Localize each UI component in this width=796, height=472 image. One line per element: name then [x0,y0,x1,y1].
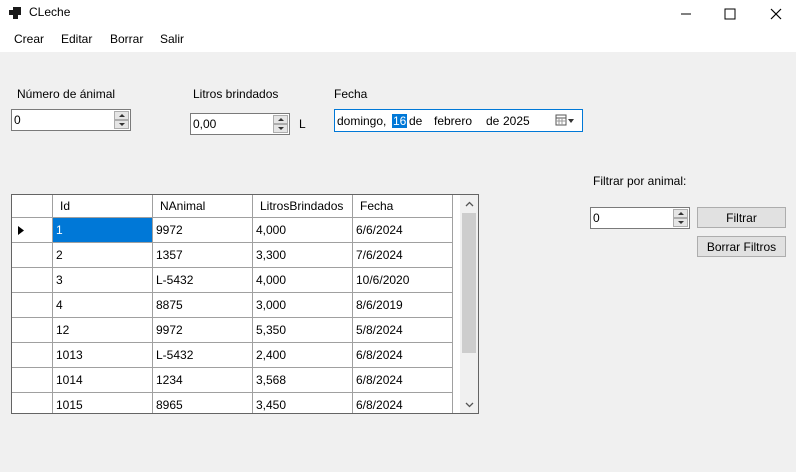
date-label: Fecha [334,87,368,101]
table-cell[interactable]: 1234 [153,368,253,393]
filter-button[interactable]: Filtrar [697,207,786,228]
table-cell[interactable]: 3,450 [253,393,353,413]
table-cell[interactable]: 3,000 [253,293,353,318]
scrollbar-thumb[interactable] [462,213,476,353]
close-icon [770,8,782,19]
table-cell[interactable]: 1357 [153,243,253,268]
maximize-button[interactable] [707,0,753,27]
maximize-icon [724,8,736,19]
column-header[interactable]: Id [53,195,153,218]
spin-down-button[interactable] [673,218,688,227]
minimize-icon [681,13,691,14]
filter-animal-value: 0 [593,211,600,225]
menu-borrar[interactable]: Borrar [110,32,143,46]
liters-input[interactable]: 0,00 [190,113,290,135]
arrow-down-icon [118,123,125,126]
table-cell[interactable]: 1 [53,218,153,243]
table-cell[interactable]: 6/6/2024 [353,218,453,243]
table-cell[interactable]: 2,400 [253,343,353,368]
date-month[interactable]: febrero [434,114,472,128]
minimize-button[interactable] [663,0,709,27]
date-picker[interactable]: domingo, 16 de febrero de 2025 [334,109,583,132]
row-header[interactable] [12,318,53,343]
animal-number-input[interactable]: 0 [11,109,131,131]
menu-editar[interactable]: Editar [61,32,92,46]
spin-up-button[interactable] [114,111,129,120]
date-day[interactable]: 16 [392,114,408,128]
row-header[interactable] [12,218,53,243]
spin-down-button[interactable] [114,120,129,129]
table-cell[interactable]: 4,000 [253,268,353,293]
vertical-scrollbar[interactable] [460,195,478,413]
scroll-up-button[interactable] [460,195,478,212]
app-icon [9,7,21,19]
table-cell[interactable]: 5,350 [253,318,353,343]
arrow-down-icon [677,221,684,224]
close-button[interactable] [753,0,796,27]
date-de-2: de [486,114,500,128]
table-cell[interactable]: 2 [53,243,153,268]
spin-up-button[interactable] [673,209,688,218]
date-year[interactable]: 2025 [503,114,530,128]
arrow-up-icon [677,212,684,215]
table-cell[interactable]: 1013 [53,343,153,368]
table-cell[interactable]: 7/6/2024 [353,243,453,268]
table-cell[interactable]: 3 [53,268,153,293]
data-grid[interactable]: Id NAnimal LitrosBrindados Fecha 1 9972 4,000 6… [11,194,479,414]
scroll-down-button[interactable] [460,396,478,413]
date-de-1: de [409,114,423,128]
table-cell[interactable]: 9972 [153,218,253,243]
window-title: CLeche [29,5,71,19]
column-header[interactable]: NAnimal [153,195,253,218]
chevron-up-icon [465,201,473,206]
liters-label: Litros brindados [193,87,279,101]
table-cell[interactable]: 8/6/2019 [353,293,453,318]
row-header[interactable] [12,393,53,413]
table-cell[interactable]: 10/6/2020 [353,268,453,293]
table-cell[interactable]: 3,568 [253,368,353,393]
table-cell[interactable]: 12 [53,318,153,343]
table-cell[interactable]: 8875 [153,293,253,318]
arrow-up-icon [118,114,125,117]
table-cell[interactable]: 6/8/2024 [353,393,453,413]
table-cell[interactable]: 1015 [53,393,153,413]
table-cell[interactable]: 6/8/2024 [353,343,453,368]
column-header[interactable]: LitrosBrindados [253,195,353,218]
liters-unit-label: L [299,117,306,131]
table-cell[interactable]: 3,300 [253,243,353,268]
table-cell[interactable]: 4 [53,293,153,318]
calendar-dropdown-icon[interactable] [555,114,577,127]
filter-animal-input[interactable]: 0 [590,207,690,229]
animal-number-value: 0 [14,113,21,127]
chevron-down-icon [465,402,473,407]
table-cell[interactable]: 5/8/2024 [353,318,453,343]
grid-corner-header[interactable] [12,195,53,218]
table-cell[interactable]: 4,000 [253,218,353,243]
row-header[interactable] [12,243,53,268]
animal-number-label: Número de ánimal [17,87,116,101]
row-header[interactable] [12,343,53,368]
row-header[interactable] [12,368,53,393]
menu-crear[interactable]: Crear [14,32,44,46]
spin-down-button[interactable] [273,124,288,133]
clear-filters-button[interactable]: Borrar Filtros [697,236,786,257]
table-cell[interactable]: L-5432 [153,343,253,368]
date-weekday: domingo, [337,114,387,128]
menu-salir[interactable]: Salir [160,32,184,46]
arrow-up-icon [277,118,284,121]
arrow-down-icon [277,127,284,130]
spin-up-button[interactable] [273,115,288,124]
table-cell[interactable]: 6/8/2024 [353,368,453,393]
filter-label: Filtrar por animal: [593,174,687,188]
liters-value: 0,00 [193,117,217,131]
column-header[interactable]: Fecha [353,195,453,218]
row-header[interactable] [12,293,53,318]
table-cell[interactable]: 9972 [153,318,253,343]
table-cell[interactable]: 8965 [153,393,253,413]
table-cell[interactable]: L-5432 [153,268,253,293]
current-row-icon [18,225,24,235]
table-cell[interactable]: 1014 [53,368,153,393]
row-header[interactable] [12,268,53,293]
